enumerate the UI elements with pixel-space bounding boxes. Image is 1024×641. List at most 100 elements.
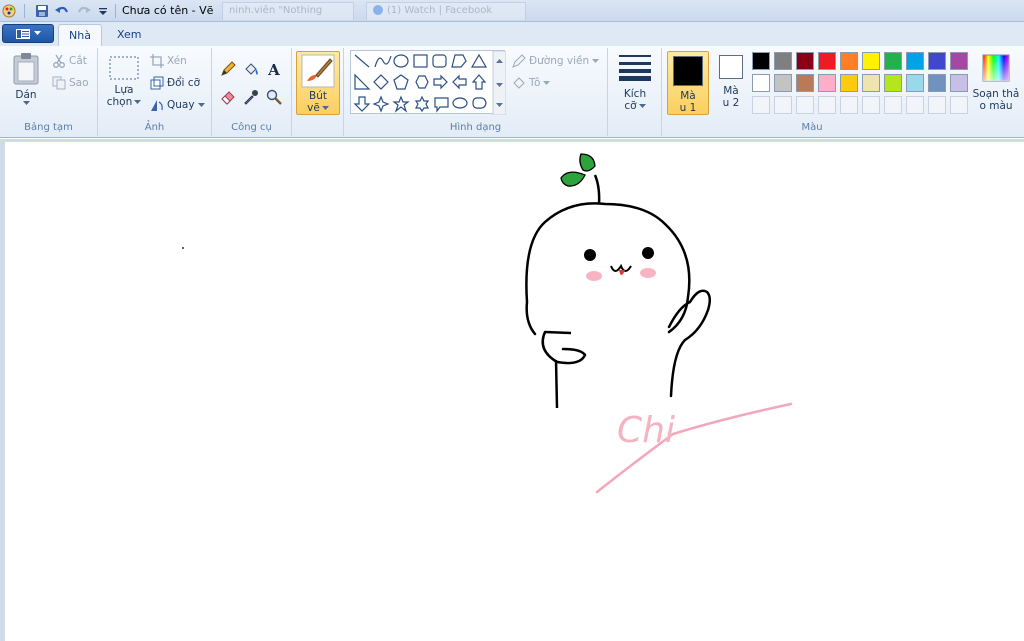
save-icon[interactable] [34,3,50,19]
color-swatch[interactable] [906,52,924,70]
chevron-down-icon [638,103,646,108]
diamond-shape-icon[interactable] [373,74,389,90]
color-swatch[interactable] [884,74,902,92]
color-swatch[interactable] [818,52,836,70]
ribbon-tabs: Nhà Xem [0,22,1024,46]
customize-quick-access-icon[interactable] [97,3,109,19]
triangle-shape-icon[interactable] [470,53,488,68]
select-button[interactable]: Lựa chọn [106,56,142,108]
text-tool[interactable]: A [263,58,284,79]
custom-color-slot[interactable] [906,96,924,114]
color-picker-tool[interactable] [240,86,261,107]
color-swatch[interactable] [840,52,858,70]
undo-icon[interactable] [54,3,70,19]
fill-button[interactable]: Tô [512,76,551,90]
paint-menu-button[interactable] [2,24,54,43]
colors-group: Mà u 1 Mà u 2 Soạn thả o màu Màu [662,48,1024,136]
facebook-icon [373,5,383,15]
color-swatch[interactable] [928,52,946,70]
rectangle-shape-icon[interactable] [413,54,428,68]
custom-color-slot[interactable] [752,96,770,114]
color1-label-line1: Mà [680,90,696,102]
select-rectangle-icon [109,56,139,80]
line-width-icon [619,55,651,81]
cut-button[interactable]: Cắt [52,54,87,68]
pencil-tool[interactable] [217,58,238,79]
left-arrow-shape-icon[interactable] [452,74,467,90]
magnifier-tool[interactable] [263,86,284,107]
tab-view[interactable]: Xem [107,24,152,46]
color-swatch[interactable] [752,52,770,70]
left-cheek-blush [586,271,602,281]
color-swatch[interactable] [752,74,770,92]
eraser-tool[interactable] [217,86,238,107]
line-shape-icon[interactable] [354,54,370,68]
color-swatch[interactable] [950,74,968,92]
color1-swatch [673,56,703,86]
rounded-callout-shape-icon[interactable] [434,97,449,113]
color-swatch[interactable] [796,74,814,92]
up-arrow-shape-icon[interactable] [471,74,487,90]
color-swatch[interactable] [862,74,880,92]
redo-icon[interactable] [76,3,92,19]
right-arrow-shape-icon[interactable] [433,74,448,90]
color-swatch[interactable] [928,74,946,92]
cloud-callout-shape-icon[interactable] [472,97,487,109]
oval-shape-icon[interactable] [393,54,409,68]
custom-color-slot[interactable] [818,96,836,114]
color-swatch[interactable] [862,52,880,70]
custom-color-slot[interactable] [950,96,968,114]
oval-callout-shape-icon[interactable] [452,97,468,109]
paint-app-icon[interactable] [2,3,16,19]
color-swatch[interactable] [774,74,792,92]
crop-icon [150,54,164,68]
color-swatch[interactable] [950,52,968,70]
edit-colors-button[interactable]: Soạn thả o màu [968,54,1024,112]
curve-shape-icon[interactable] [374,55,392,68]
color-swatch[interactable] [774,52,792,70]
color-swatch[interactable] [906,74,924,92]
color-swatch[interactable] [818,74,836,92]
polygon-shape-icon[interactable] [451,54,467,68]
cut-label: Cắt [69,55,87,67]
left-arm [541,330,587,365]
custom-color-slot[interactable] [774,96,792,114]
color1-button[interactable]: Mà u 1 [667,51,709,115]
color2-swatch [719,55,743,79]
custom-color-slot[interactable] [862,96,880,114]
hexagon-shape-icon[interactable] [415,75,429,89]
color2-button[interactable]: Mà u 2 [713,55,749,109]
custom-color-slot[interactable] [840,96,858,114]
custom-color-slot[interactable] [884,96,902,114]
five-point-star-shape-icon[interactable] [392,95,410,113]
fill-tool[interactable] [240,58,261,79]
four-point-star-shape-icon[interactable] [372,95,390,113]
right-triangle-shape-icon[interactable] [354,73,371,90]
tab-home[interactable]: Nhà [58,24,102,46]
custom-color-slot[interactable] [928,96,946,114]
outline-button[interactable]: Đường viền [512,54,600,68]
paste-button[interactable]: Dán [8,52,44,106]
down-arrow-shape-icon[interactable] [353,96,371,112]
chevron-down-icon [33,31,41,35]
menu-icon [15,28,30,39]
color-swatch[interactable] [840,74,858,92]
pencil-icon [220,60,236,76]
brushes-button[interactable]: Bút vẽ [296,51,340,115]
window-title: Chưa có tên - Vẽ [122,4,214,17]
copy-button[interactable]: Sao [52,76,89,90]
color-swatch[interactable] [884,52,902,70]
pentagon-shape-icon[interactable] [393,74,409,90]
rotate-button[interactable]: Quay [150,98,205,112]
color-swatch[interactable] [796,52,814,70]
resize-button[interactable]: Đổi cỡ [150,76,200,90]
drawing-canvas[interactable]: Chi [5,142,1024,641]
crop-button[interactable]: Xén [150,54,187,68]
six-point-star-shape-icon[interactable] [414,95,430,113]
rounded-rectangle-shape-icon[interactable] [432,54,447,68]
custom-color-slot[interactable] [796,96,814,114]
edit-colors-label-line1: Soạn thả [972,88,1020,100]
chevron-down-icon [543,80,551,85]
rotate-label: Quay [167,99,195,111]
size-button[interactable]: Kích cỡ [616,54,654,112]
